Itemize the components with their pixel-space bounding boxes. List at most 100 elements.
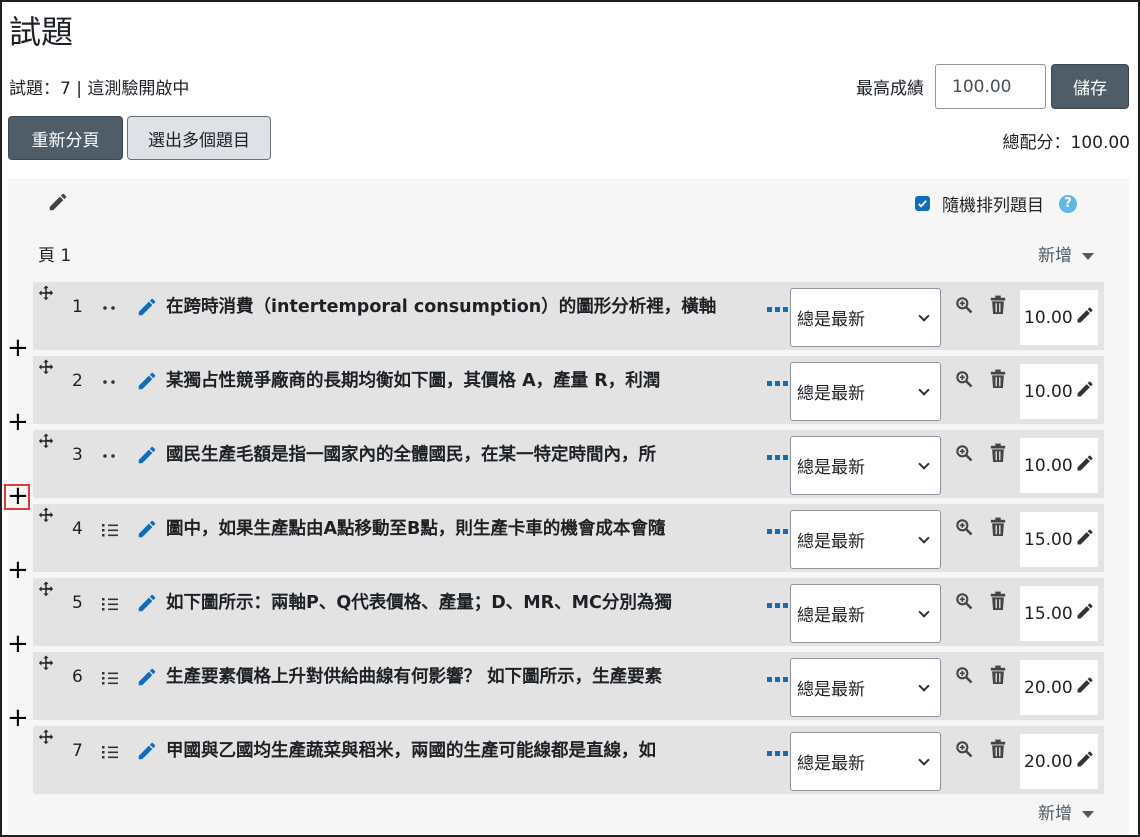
description-icon xyxy=(100,374,120,390)
question-number: 2 xyxy=(72,371,83,391)
max-grade-label: 最高成績 xyxy=(856,79,924,99)
preview-icon[interactable] xyxy=(954,739,974,759)
edit-question-pencil-icon[interactable] xyxy=(136,296,158,318)
question-text[interactable]: 甲國與乙國均生產蔬菜與稻米，兩國的生產可能線都是直線，如 xyxy=(166,739,766,763)
ellipsis-icon xyxy=(767,603,788,608)
preview-icon[interactable] xyxy=(954,443,974,463)
question-text[interactable]: 某獨占性競爭廠商的長期均衡如下圖，其價格 A，產量 R，利潤 xyxy=(166,369,766,393)
edit-question-pencil-icon[interactable] xyxy=(136,666,158,688)
question-slot: 7 甲國與乙國均生產蔬菜與稻米，兩國的生產可能線都是直線，如 總是最新 20.00 xyxy=(33,726,1104,794)
edit-mark-pencil-icon[interactable] xyxy=(1073,527,1095,552)
version-select-value: 總是最新 xyxy=(797,680,865,700)
chevron-down-icon xyxy=(918,753,930,766)
move-icon[interactable] xyxy=(37,728,55,746)
add-menu-top[interactable]: 新增 xyxy=(1038,244,1094,268)
add-page-break-plus-icon[interactable]: + xyxy=(7,557,29,583)
description-icon xyxy=(100,448,120,464)
version-select[interactable]: 總是最新 xyxy=(790,436,941,495)
edit-mark-pencil-icon[interactable] xyxy=(1073,675,1095,700)
trash-icon[interactable] xyxy=(989,591,1007,611)
move-icon[interactable] xyxy=(37,506,55,524)
version-select[interactable]: 總是最新 xyxy=(790,732,941,791)
add-page-break-plus-icon[interactable]: + xyxy=(7,335,29,361)
chevron-down-icon xyxy=(918,309,930,322)
shuffle-checkbox[interactable] xyxy=(915,196,930,211)
add-label: 新增 xyxy=(1038,246,1072,266)
add-page-break-plus-icon[interactable]: + xyxy=(7,409,29,435)
version-select-value: 總是最新 xyxy=(797,310,865,330)
edit-mark-pencil-icon[interactable] xyxy=(1073,749,1095,774)
max-mark-value: 15.00 xyxy=(1024,603,1073,624)
question-slot: 6 生產要素價格上升對供給曲線有何影響？ 如下圖所示，生產要素 總是最新 20.00 xyxy=(33,652,1104,720)
move-icon[interactable] xyxy=(37,580,55,598)
version-select-value: 總是最新 xyxy=(797,754,865,774)
edit-question-pencil-icon[interactable] xyxy=(136,592,158,614)
max-grade-input[interactable] xyxy=(935,64,1046,109)
add-page-break-plus-icon[interactable]: + xyxy=(7,705,29,731)
question-text[interactable]: 在跨時消費（intertemporal consumption）的圖形分析裡，橫… xyxy=(166,295,766,319)
edit-question-pencil-icon[interactable] xyxy=(136,444,158,466)
move-icon[interactable] xyxy=(37,432,55,450)
version-select-value: 總是最新 xyxy=(797,384,865,404)
repaginate-button[interactable]: 重新分頁 xyxy=(8,116,123,160)
preview-icon[interactable] xyxy=(954,369,974,389)
add-label: 新增 xyxy=(1038,804,1072,824)
add-menu-bottom[interactable]: 新增 xyxy=(1038,802,1094,826)
version-select[interactable]: 總是最新 xyxy=(790,362,941,421)
preview-icon[interactable] xyxy=(954,665,974,685)
move-icon[interactable] xyxy=(37,654,55,672)
description-icon xyxy=(100,300,120,316)
trash-icon[interactable] xyxy=(989,517,1007,537)
check-icon xyxy=(918,200,927,208)
move-icon[interactable] xyxy=(37,284,55,302)
ellipsis-icon xyxy=(767,677,788,682)
max-mark-value: 20.00 xyxy=(1024,677,1073,698)
preview-icon[interactable] xyxy=(954,295,974,315)
ellipsis-icon xyxy=(767,307,788,312)
move-icon[interactable] xyxy=(37,358,55,376)
version-select[interactable]: 總是最新 xyxy=(790,510,941,569)
edit-mark-pencil-icon[interactable] xyxy=(1073,453,1095,478)
version-select[interactable]: 總是最新 xyxy=(790,658,941,717)
trash-icon[interactable] xyxy=(989,369,1007,389)
max-mark: 10.00 xyxy=(1020,364,1098,419)
version-select[interactable]: 總是最新 xyxy=(790,584,941,643)
trash-icon[interactable] xyxy=(989,739,1007,759)
save-button[interactable]: 儲存 xyxy=(1051,64,1129,109)
max-mark-value: 10.00 xyxy=(1024,381,1073,402)
trash-icon[interactable] xyxy=(989,443,1007,463)
max-mark-value: 10.00 xyxy=(1024,307,1073,328)
question-text[interactable]: 圖中，如果生產點由A點移動至B點，則生產卡車的機會成本會隨 xyxy=(166,517,766,541)
chevron-down-icon xyxy=(918,605,930,618)
chevron-down-icon xyxy=(918,457,930,470)
question-slot: 1 在跨時消費（intertemporal consumption）的圖形分析裡，… xyxy=(33,282,1104,350)
edit-question-pencil-icon[interactable] xyxy=(136,740,158,762)
edit-mark-pencil-icon[interactable] xyxy=(1073,601,1095,626)
edit-question-pencil-icon[interactable] xyxy=(136,370,158,392)
trash-icon[interactable] xyxy=(989,665,1007,685)
edit-question-pencil-icon[interactable] xyxy=(136,518,158,540)
page-label: 頁 1 xyxy=(38,246,72,266)
add-page-break-plus-icon[interactable]: + xyxy=(7,631,29,657)
chevron-down-icon xyxy=(918,679,930,692)
question-text[interactable]: 如下圖所示：兩軸P、Q代表價格、產量；D、MR、MC分別為獨 xyxy=(166,591,766,615)
select-multiple-button[interactable]: 選出多個題目 xyxy=(127,116,271,160)
max-mark: 15.00 xyxy=(1020,512,1098,567)
edit-mark-pencil-icon[interactable] xyxy=(1073,379,1095,404)
help-icon[interactable]: ? xyxy=(1059,194,1077,213)
total-marks: 總配分：100.00 xyxy=(1002,133,1130,153)
max-mark-value: 10.00 xyxy=(1024,455,1073,476)
question-number: 7 xyxy=(72,741,83,761)
version-select[interactable]: 總是最新 xyxy=(790,288,941,347)
question-text[interactable]: 生產要素價格上升對供給曲線有何影響？ 如下圖所示，生產要素 xyxy=(166,665,766,689)
trash-icon[interactable] xyxy=(989,295,1007,315)
multichoice-icon xyxy=(100,744,120,760)
preview-icon[interactable] xyxy=(954,517,974,537)
edit-section-pencil-icon[interactable] xyxy=(47,191,69,213)
version-select-value: 總是最新 xyxy=(797,532,865,552)
add-page-break-plus-icon[interactable]: + xyxy=(4,483,30,510)
edit-mark-pencil-icon[interactable] xyxy=(1073,305,1095,330)
question-number: 5 xyxy=(72,593,83,613)
preview-icon[interactable] xyxy=(954,591,974,611)
question-text[interactable]: 國民生產毛額是指一國家內的全體國民，在某一特定時間內，所 xyxy=(166,443,766,467)
